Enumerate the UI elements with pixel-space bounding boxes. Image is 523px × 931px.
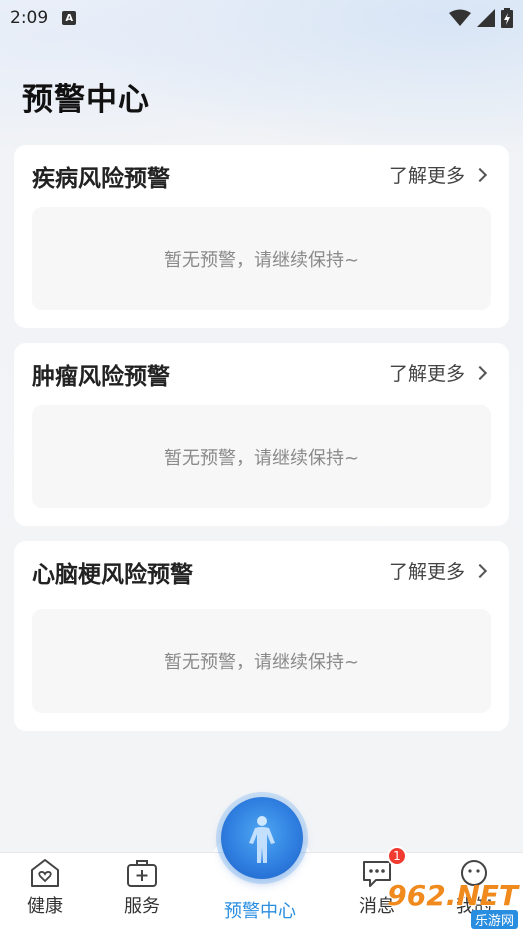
learn-more-link[interactable]: 了解更多 <box>388 359 488 386</box>
empty-state-text: 暂无预警，请继续保持~ <box>163 447 360 469</box>
status-time: 2:09 <box>10 8 49 28</box>
card-title: 疾病风险预警 <box>32 166 170 192</box>
wifi-icon <box>449 9 471 26</box>
status-icons <box>449 8 513 28</box>
watermark-number: 962.NET <box>387 879 518 912</box>
nav-label: 预警中心 <box>224 901 296 922</box>
chevron-right-icon <box>472 365 488 380</box>
medical-bag-icon <box>127 860 157 887</box>
chevron-right-icon <box>472 563 488 578</box>
empty-state-box: 暂无预警，请继续保持~ <box>32 405 491 508</box>
empty-state-box: 暂无预警，请继续保持~ <box>32 609 491 713</box>
learn-more-link[interactable]: 了解更多 <box>388 161 488 188</box>
watermark-sub: 乐游网 <box>470 910 518 929</box>
nav-label: 服务 <box>124 896 160 917</box>
message-count-badge: 1 <box>387 846 407 866</box>
nav-label: 健康 <box>27 896 63 917</box>
learn-more-link[interactable]: 了解更多 <box>388 557 488 584</box>
empty-state-text: 暂无预警，请继续保持~ <box>163 249 360 271</box>
body-scan-icon <box>249 816 275 863</box>
status-bar: 2:09 A <box>0 0 523 36</box>
nav-item-service[interactable]: 服务 <box>124 858 160 918</box>
heart-house-icon <box>31 859 59 887</box>
watermark-logo: 962.NET 乐游网 <box>387 879 518 929</box>
empty-state-box: 暂无预警，请继续保持~ <box>32 207 491 310</box>
learn-more-label: 了解更多 <box>388 165 465 187</box>
a-letter-icon: A <box>62 11 77 25</box>
signal-icon <box>477 9 495 27</box>
nav-item-health[interactable]: 健康 <box>27 858 63 918</box>
card-title: 心脑梗风险预警 <box>32 562 193 588</box>
warning-center-button[interactable] <box>221 797 303 879</box>
disease-risk-card: 疾病风险预警 了解更多 暂无预警，请继续保持~ <box>14 145 509 328</box>
empty-state-text: 暂无预警，请继续保持~ <box>163 652 360 673</box>
chevron-right-icon <box>472 167 488 182</box>
battery-icon <box>501 8 513 28</box>
card-title: 肿瘤风险预警 <box>32 364 170 390</box>
tumor-risk-card: 肿瘤风险预警 了解更多 暂无预警，请继续保持~ <box>14 343 509 526</box>
learn-more-label: 了解更多 <box>388 561 465 583</box>
learn-more-label: 了解更多 <box>388 363 465 385</box>
page-title: 预警中心 <box>22 82 150 118</box>
cardio-cerebral-risk-card: 心脑梗风险预警 了解更多 暂无预警，请继续保持~ <box>14 541 509 731</box>
nav-item-warning-center[interactable]: 预警中心 <box>224 893 296 923</box>
